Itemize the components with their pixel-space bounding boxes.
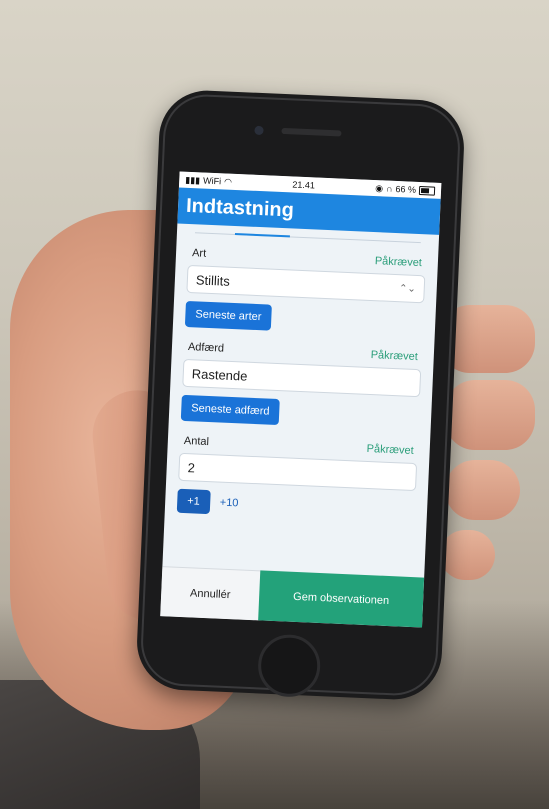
finger <box>445 380 535 450</box>
recent-behaviour-button[interactable]: Seneste adfærd <box>180 394 281 426</box>
save-observation-button[interactable]: Gem observationen <box>258 570 425 628</box>
phone: ▮▮▮ WiFi ◠ 21.41 ◉ ∩ 66 % Indtastning Ar… <box>135 88 466 702</box>
species-select[interactable]: Stillits ⌃⌄ <box>186 264 426 304</box>
behaviour-value: Rastende <box>191 365 248 384</box>
active-tab-indicator <box>234 232 290 238</box>
form-content: Art Påkrævet Stillits ⌃⌄ Seneste arter A… <box>165 223 439 523</box>
plus-one-button[interactable]: +1 <box>176 488 211 515</box>
cancel-button[interactable]: Annullér <box>160 566 261 621</box>
plus-ten-button[interactable]: +10 <box>220 497 239 510</box>
home-button[interactable] <box>256 633 322 699</box>
count-label: Antal <box>183 434 210 449</box>
count-input[interactable]: 2 <box>178 452 418 492</box>
location-icon: ◉ <box>375 182 384 193</box>
earpiece-speaker <box>281 127 342 137</box>
species-label: Art <box>191 247 207 260</box>
chevron-up-down-icon: ⌃⌄ <box>398 282 416 295</box>
count-field: Antal Påkrævet 2 +1 +10 <box>176 434 418 523</box>
species-field: Art Påkrævet Stillits ⌃⌄ Seneste arter <box>184 247 426 337</box>
front-camera <box>254 125 264 136</box>
recent-species-button[interactable]: Seneste arter <box>184 300 272 331</box>
species-required: Påkrævet <box>374 255 423 270</box>
wifi-icon: ◠ <box>223 175 233 187</box>
behaviour-field: Adfærd Påkrævet Rastende Seneste adfærd <box>180 341 422 431</box>
action-footer: Annullér Gem observationen <box>160 566 425 628</box>
carrier-label: WiFi <box>202 175 222 187</box>
count-stepper: +1 +10 <box>176 488 416 523</box>
battery-icon <box>418 185 436 196</box>
behaviour-input[interactable]: Rastende <box>182 358 422 398</box>
finger <box>440 530 495 580</box>
behaviour-required: Påkrævet <box>370 349 419 364</box>
species-value: Stillits <box>195 271 231 289</box>
battery-percent: 66 % <box>395 183 417 195</box>
count-value: 2 <box>187 459 196 475</box>
phone-screen: ▮▮▮ WiFi ◠ 21.41 ◉ ∩ 66 % Indtastning Ar… <box>160 171 442 628</box>
count-required: Påkrævet <box>366 442 414 457</box>
finger <box>445 460 520 520</box>
behaviour-label: Adfærd <box>187 341 225 355</box>
page-title: Indtastning <box>185 194 295 222</box>
status-time: 21.41 <box>292 179 316 191</box>
headphones-icon: ∩ <box>385 183 393 194</box>
signal-icon: ▮▮▮ <box>185 174 201 185</box>
